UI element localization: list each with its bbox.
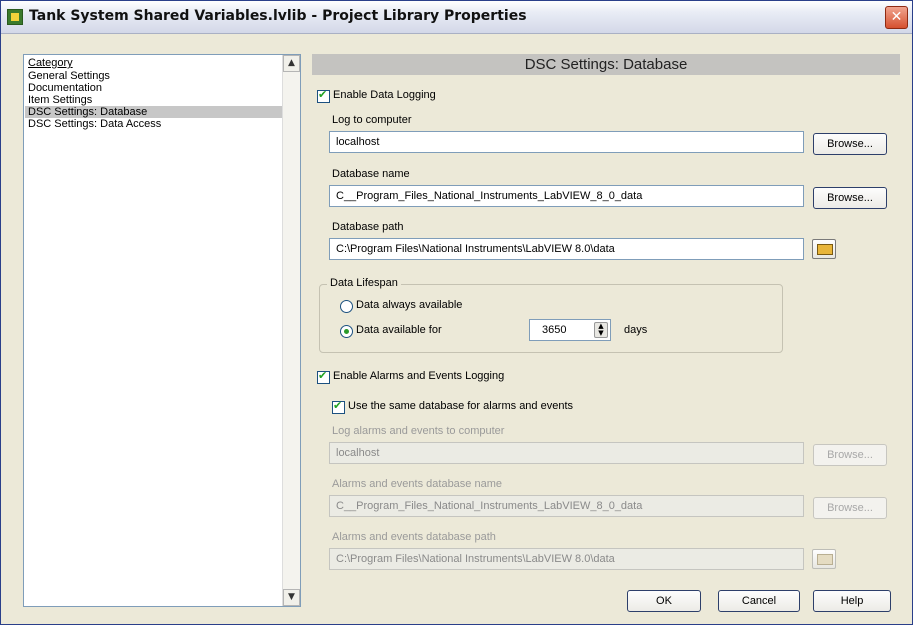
database-path-label: Database path <box>332 221 404 233</box>
properties-dialog: Tank System Shared Variables.lvlib - Pro… <box>0 0 913 625</box>
category-item-general-settings[interactable]: General Settings <box>25 70 282 82</box>
category-item-dsc-database[interactable]: DSC Settings: Database <box>25 106 282 118</box>
category-list[interactable]: Category General Settings Documentation … <box>23 54 301 607</box>
scroll-up-icon[interactable]: ▲ <box>283 55 300 72</box>
days-label: days <box>624 324 648 336</box>
log-to-computer-field[interactable]: localhost <box>329 131 804 153</box>
database-name-field[interactable]: C__Program_Files_National_Instruments_La… <box>329 185 804 207</box>
enable-alarms-logging-checkbox[interactable] <box>317 369 330 384</box>
alarms-browse-computer-button[interactable]: Browse... <box>813 444 887 466</box>
alarms-database-name-field[interactable]: C__Program_Files_National_Instruments_La… <box>329 495 804 517</box>
category-header: Category <box>28 57 73 69</box>
lifespan-days-value: 3650 <box>542 324 567 336</box>
close-button[interactable]: ✕ <box>885 6 908 29</box>
window-title: Tank System Shared Variables.lvlib - Pro… <box>29 8 527 24</box>
data-lifespan-title: Data Lifespan <box>327 277 401 289</box>
alarms-database-path-field[interactable]: C:\Program Files\National Instruments\La… <box>329 548 804 570</box>
folder-icon <box>817 244 833 255</box>
scroll-down-icon[interactable]: ▼ <box>283 589 300 606</box>
enable-alarms-logging-label: Enable Alarms and Events Logging <box>333 370 505 382</box>
database-path-field[interactable]: C:\Program Files\National Instruments\La… <box>329 238 804 260</box>
alarms-database-path-label: Alarms and events database path <box>332 531 496 543</box>
browse-database-button[interactable]: Browse... <box>813 187 887 209</box>
database-name-label: Database name <box>332 168 410 180</box>
data-available-for-label: Data available for <box>356 324 442 336</box>
lifespan-days-stepper[interactable]: 3650 ▲ ▼ <box>529 319 611 341</box>
category-item-documentation[interactable]: Documentation <box>25 82 282 94</box>
alarms-database-path-browse-button[interactable] <box>812 549 836 569</box>
log-to-computer-label: Log to computer <box>332 114 412 126</box>
data-always-available-label: Data always available <box>356 299 463 311</box>
alarms-computer-label: Log alarms and events to computer <box>332 425 505 437</box>
same-database-label: Use the same database for alarms and eve… <box>348 400 574 412</box>
cancel-button[interactable]: Cancel <box>718 590 800 612</box>
title-bar: Tank System Shared Variables.lvlib - Pro… <box>1 1 912 34</box>
category-item-dsc-data-access[interactable]: DSC Settings: Data Access <box>25 118 282 130</box>
category-scrollbar[interactable]: ▲ ▼ <box>282 55 300 606</box>
enable-data-logging-label: Enable Data Logging <box>333 89 436 101</box>
labview-project-library-icon <box>7 9 23 25</box>
data-available-for-radio[interactable] <box>340 325 353 338</box>
help-button[interactable]: Help <box>813 590 891 612</box>
stepper-arrows-icon[interactable]: ▲ ▼ <box>594 322 608 338</box>
section-title: DSC Settings: Database <box>312 54 900 75</box>
category-item-item-settings[interactable]: Item Settings <box>25 94 282 106</box>
alarms-browse-database-button[interactable]: Browse... <box>813 497 887 519</box>
browse-computer-button[interactable]: Browse... <box>813 133 887 155</box>
enable-data-logging-checkbox[interactable] <box>317 88 330 103</box>
folder-icon <box>817 554 833 565</box>
same-database-checkbox[interactable] <box>332 399 345 414</box>
data-always-available-radio[interactable] <box>340 300 353 313</box>
alarms-database-name-label: Alarms and events database name <box>332 478 502 490</box>
ok-button[interactable]: OK <box>627 590 701 612</box>
database-path-browse-button[interactable] <box>812 239 836 259</box>
alarms-computer-field[interactable]: localhost <box>329 442 804 464</box>
